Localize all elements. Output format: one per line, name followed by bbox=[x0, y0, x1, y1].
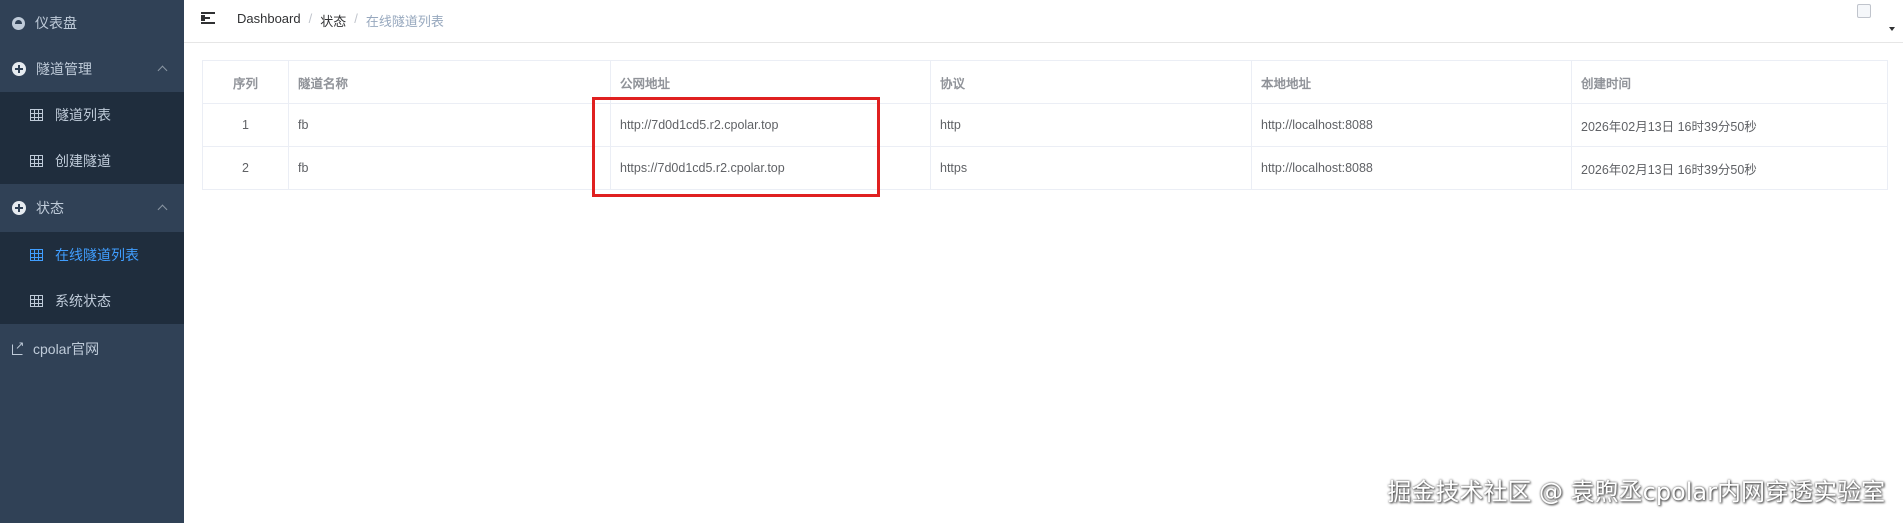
cell-created-time: 2026年02月13日 16时39分50秒 bbox=[1571, 146, 1888, 190]
breadcrumb-status: 状态 bbox=[320, 14, 347, 29]
menu-create-tunnel-label: 创建隧道 bbox=[55, 153, 111, 169]
col-local-address: 本地地址 bbox=[1251, 60, 1572, 104]
cell-index: 1 bbox=[202, 103, 289, 147]
cell-local-address: http://localhost:8088 bbox=[1251, 146, 1572, 190]
navbar: Dashboard / 状态 / 在线隧道列表 bbox=[184, 0, 1903, 43]
cell-created-time: 2026年02月13日 16时39分50秒 bbox=[1571, 103, 1888, 147]
menu-system-status-label: 系统状态 bbox=[55, 293, 111, 309]
breadcrumb-dashboard[interactable]: Dashboard bbox=[237, 11, 301, 30]
chevron-up-icon bbox=[157, 65, 168, 76]
table-row: 1 fb http://7d0d1cd5.r2.cpolar.top http … bbox=[202, 103, 1888, 147]
col-index: 序列 bbox=[202, 60, 289, 104]
menu-tunnel-management[interactable]: 隧道管理 bbox=[0, 46, 184, 92]
menu-status[interactable]: 状态 bbox=[0, 184, 184, 232]
cell-local-address: http://localhost:8088 bbox=[1251, 103, 1572, 147]
hamburger-icon[interactable] bbox=[201, 11, 217, 25]
sidebar: 仪表盘 隧道管理 隧道列表 创建隧道 状态 在线隧道列表 系统状态 cpolar… bbox=[0, 0, 184, 523]
dashboard-icon bbox=[12, 16, 25, 30]
table-icon bbox=[30, 155, 43, 167]
col-name: 隧道名称 bbox=[288, 60, 611, 104]
col-public-url: 公网地址 bbox=[610, 60, 931, 104]
plus-circle-icon bbox=[12, 201, 26, 215]
cell-public-url[interactable]: https://7d0d1cd5.r2.cpolar.top bbox=[610, 146, 931, 190]
menu-cpolar-site[interactable]: cpolar官网 bbox=[0, 324, 184, 374]
cell-public-url[interactable]: http://7d0d1cd5.r2.cpolar.top bbox=[610, 103, 931, 147]
menu-status-label: 状态 bbox=[36, 200, 64, 216]
watermark: 掘金技术社区 @ 袁煦丞cpolar内网穿透实验室 bbox=[1387, 478, 1885, 506]
breadcrumb-current: 在线隧道列表 bbox=[365, 14, 444, 29]
table-header-row: 序列 隧道名称 公网地址 协议 本地地址 创建时间 bbox=[202, 60, 1888, 104]
table-icon bbox=[30, 109, 43, 121]
table-row: 2 fb https://7d0d1cd5.r2.cpolar.top http… bbox=[202, 146, 1888, 190]
breadcrumb: Dashboard / 状态 / 在线隧道列表 bbox=[237, 11, 444, 30]
cell-name: fb bbox=[288, 146, 611, 190]
menu-tunnel-list-label: 隧道列表 bbox=[55, 107, 111, 123]
chevron-up-icon bbox=[157, 204, 168, 215]
menu-online-tunnels[interactable]: 在线隧道列表 bbox=[0, 232, 184, 278]
table-icon bbox=[30, 249, 43, 261]
external-link-icon bbox=[12, 339, 24, 355]
menu-system-status[interactable]: 系统状态 bbox=[0, 278, 184, 324]
plus-circle-icon bbox=[12, 62, 26, 76]
avatar[interactable] bbox=[1857, 4, 1871, 18]
menu-dashboard-label: 仪表盘 bbox=[35, 15, 77, 31]
menu-dashboard[interactable]: 仪表盘 bbox=[0, 0, 184, 46]
caret-down-icon[interactable] bbox=[1889, 27, 1895, 31]
menu-tunnel-management-label: 隧道管理 bbox=[36, 61, 92, 77]
tunnel-table: 序列 隧道名称 公网地址 协议 本地地址 创建时间 1 fb http://7d… bbox=[202, 60, 1888, 190]
menu-create-tunnel[interactable]: 创建隧道 bbox=[0, 138, 184, 184]
menu-tunnel-list[interactable]: 隧道列表 bbox=[0, 92, 184, 138]
breadcrumb-separator: / bbox=[308, 11, 313, 26]
breadcrumb-separator: / bbox=[354, 11, 358, 26]
menu-cpolar-site-label: cpolar官网 bbox=[33, 341, 100, 357]
col-protocol: 协议 bbox=[930, 60, 1252, 104]
table-icon bbox=[30, 295, 43, 307]
cell-protocol: http bbox=[930, 103, 1252, 147]
cell-name: fb bbox=[288, 103, 611, 147]
menu-online-tunnels-label: 在线隧道列表 bbox=[55, 247, 139, 263]
cell-protocol: https bbox=[930, 146, 1252, 190]
col-created-time: 创建时间 bbox=[1571, 60, 1888, 104]
cell-index: 2 bbox=[202, 146, 289, 190]
